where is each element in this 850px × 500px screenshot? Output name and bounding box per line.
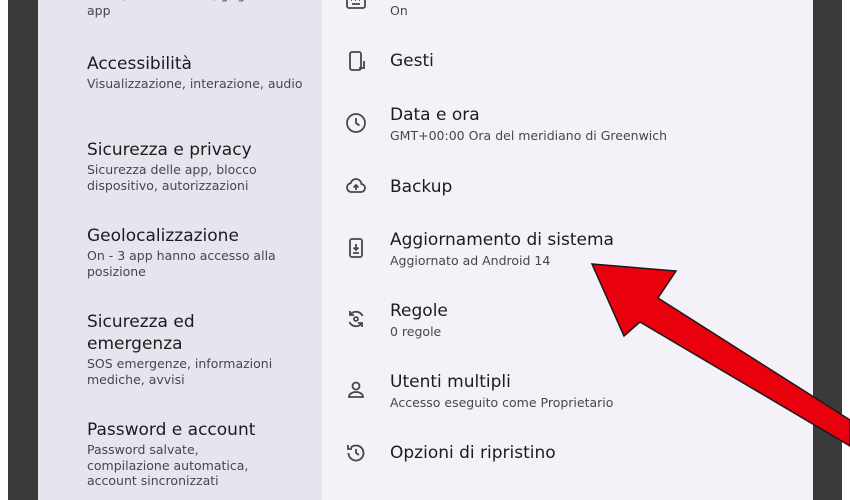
setting-title: Regole: [390, 301, 448, 321]
setting-subtitle: 0 regole: [390, 324, 442, 339]
setting-title: Aggiornamento di sistema: [390, 230, 614, 250]
setting-title: Utenti multipli: [390, 372, 511, 392]
restore-icon: [344, 441, 368, 465]
category-item-accessibility[interactable]: Accessibilità Visualizzazione, interazio…: [87, 53, 317, 92]
setting-subtitle: Aggiornato ad Android 14: [390, 253, 551, 268]
system-settings-panel: On Gesti Data e ora GMT+00:00 Ora del me…: [322, 0, 813, 500]
rules-icon: [344, 307, 368, 331]
category-subtitle: SOS emergenze, informazioni mediche, avv…: [87, 356, 273, 387]
setting-item-keyboard[interactable]: On: [322, 0, 813, 38]
category-subtitle: Colori, icone a tema, griglia delle app: [87, 0, 294, 18]
clock-icon: [344, 111, 368, 135]
setting-title: Opzioni di ripristino: [390, 443, 556, 463]
setting-title: Gesti: [390, 51, 434, 71]
category-item-passwords-accounts[interactable]: Password e account Password salvate, com…: [87, 419, 277, 489]
setting-item-multiple-users[interactable]: Utenti multipli Accesso eseguito come Pr…: [322, 362, 813, 418]
category-item-security-privacy[interactable]: Sicurezza e privacy Sicurezza delle app,…: [87, 139, 317, 193]
system-update-icon: [344, 236, 368, 260]
setting-subtitle: GMT+00:00 Ora del meridiano di Greenwich: [390, 128, 668, 143]
category-item-display[interactable]: Colori, icone a tema, griglia delle app: [87, 0, 317, 18]
setting-item-rules[interactable]: Regole 0 regole: [322, 291, 813, 347]
category-subtitle: Visualizzazione, interazione, audio: [87, 76, 303, 91]
setting-item-reset-options[interactable]: Opzioni di ripristino: [322, 426, 813, 482]
person-icon: [344, 378, 368, 402]
gestures-icon: [344, 49, 368, 73]
category-title: Password e account: [87, 420, 256, 440]
category-item-location[interactable]: Geolocalizzazione On - 3 app hanno acces…: [87, 225, 317, 279]
setting-item-backup[interactable]: Backup: [322, 159, 813, 215]
setting-title: Data e ora: [390, 105, 480, 125]
keyboard-icon: [344, 0, 368, 14]
category-subtitle: Sicurezza delle app, blocco dispositivo,…: [87, 162, 257, 193]
category-subtitle: Password salvate, compilazione automatic…: [87, 442, 249, 488]
setting-title: Backup: [390, 177, 453, 197]
setting-subtitle: On: [390, 3, 408, 18]
category-item-safety-emergency[interactable]: Sicurezza ed emergenza SOS emergenze, in…: [87, 311, 287, 387]
setting-item-gestures[interactable]: Gesti: [322, 34, 813, 90]
category-title: Sicurezza ed emergenza: [87, 312, 195, 354]
device-frame: Colori, icone a tema, griglia delle app …: [8, 0, 842, 500]
setting-item-system-update[interactable]: Aggiornamento di sistema Aggiornato ad A…: [322, 220, 813, 276]
setting-item-date-time[interactable]: Data e ora GMT+00:00 Ora del meridiano d…: [322, 95, 813, 151]
category-subtitle: On - 3 app hanno accesso alla posizione: [87, 248, 276, 279]
category-title: Geolocalizzazione: [87, 226, 239, 246]
category-title: Sicurezza e privacy: [87, 140, 252, 160]
setting-subtitle: Accesso eseguito come Proprietario: [390, 395, 614, 410]
category-title: Accessibilità: [87, 54, 192, 74]
settings-categories-panel: Colori, icone a tema, griglia delle app …: [38, 0, 322, 500]
settings-screen: Colori, icone a tema, griglia delle app …: [38, 0, 813, 500]
cloud-upload-icon: [344, 174, 368, 198]
